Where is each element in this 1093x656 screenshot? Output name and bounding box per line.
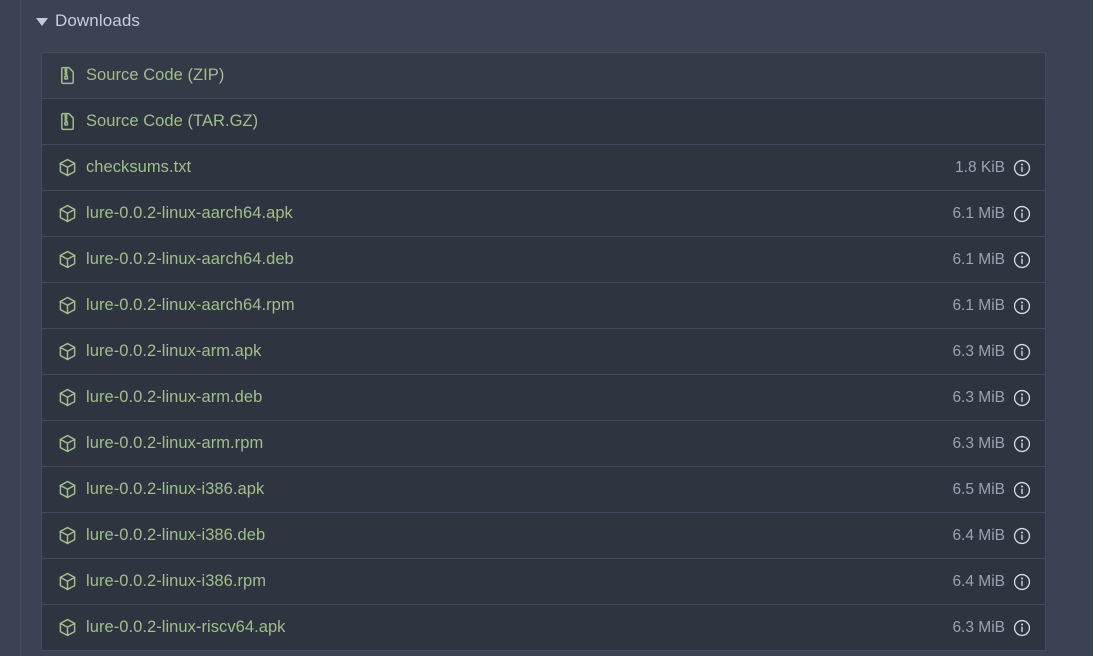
download-file-size: 6.1 MiB (952, 296, 1005, 314)
download-file-size: 6.5 MiB (952, 480, 1005, 498)
download-link[interactable]: lure-0.0.2-linux-i386.apk (58, 480, 936, 499)
triangle-down-icon[interactable] (36, 18, 48, 26)
download-link[interactable]: lure-0.0.2-linux-arm.rpm (58, 434, 936, 453)
download-file-name: lure-0.0.2-linux-i386.deb (86, 526, 266, 544)
download-link[interactable]: checksums.txt (58, 158, 939, 177)
package-icon (58, 618, 77, 637)
download-row[interactable]: lure-0.0.2-linux-i386.rpm 6.4 MiB (42, 559, 1045, 605)
download-file-name: lure-0.0.2-linux-arm.apk (86, 342, 262, 360)
download-link[interactable]: lure-0.0.2-linux-riscv64.apk (58, 618, 936, 637)
download-file-name: lure-0.0.2-linux-riscv64.apk (86, 618, 286, 636)
info-icon[interactable] (1013, 435, 1031, 453)
download-file-name: lure-0.0.2-linux-i386.apk (86, 480, 265, 498)
download-link[interactable]: lure-0.0.2-linux-aarch64.rpm (58, 296, 936, 315)
download-file-name: lure-0.0.2-linux-i386.rpm (86, 572, 267, 590)
package-icon (58, 296, 77, 315)
download-link[interactable]: lure-0.0.2-linux-arm.deb (58, 388, 936, 407)
download-row[interactable]: lure-0.0.2-linux-aarch64.apk 6.1 MiB (42, 191, 1045, 237)
download-link[interactable]: lure-0.0.2-linux-i386.rpm (58, 572, 936, 591)
download-file-name: lure-0.0.2-linux-arm.deb (86, 388, 263, 406)
package-icon (58, 526, 77, 545)
downloads-section-title: Downloads (55, 11, 141, 30)
download-row[interactable]: lure-0.0.2-linux-arm.apk 6.3 MiB (42, 329, 1045, 375)
package-icon (58, 572, 77, 591)
download-link[interactable]: lure-0.0.2-linux-arm.apk (58, 342, 936, 361)
info-icon[interactable] (1013, 343, 1031, 361)
download-row[interactable]: lure-0.0.2-linux-riscv64.apk 6.3 MiB (42, 605, 1045, 651)
download-meta: 6.4 MiB (952, 573, 1031, 591)
package-icon (58, 480, 77, 499)
package-icon (58, 434, 77, 453)
download-row[interactable]: lure-0.0.2-linux-arm.deb 6.3 MiB (42, 375, 1045, 421)
download-file-size: 6.3 MiB (952, 618, 1005, 636)
download-meta: 1.8 KiB (955, 159, 1031, 177)
download-meta: 6.4 MiB (952, 527, 1031, 545)
download-link[interactable]: lure-0.0.2-linux-aarch64.apk (58, 204, 936, 223)
download-file-name: Source Code (ZIP) (86, 66, 225, 84)
package-icon (58, 204, 77, 223)
download-row[interactable]: lure-0.0.2-linux-i386.apk 6.5 MiB (42, 467, 1045, 513)
package-icon (58, 388, 77, 407)
download-meta: 6.3 MiB (952, 343, 1031, 361)
package-icon (58, 158, 77, 177)
download-file-name: lure-0.0.2-linux-aarch64.rpm (86, 296, 295, 314)
info-icon[interactable] (1013, 527, 1031, 545)
info-icon[interactable] (1013, 573, 1031, 591)
download-meta: 6.1 MiB (952, 297, 1031, 315)
info-icon[interactable] (1013, 159, 1031, 177)
download-meta: 6.1 MiB (952, 205, 1031, 223)
download-meta: 6.5 MiB (952, 481, 1031, 499)
page-gutter-line (20, 0, 21, 656)
info-icon[interactable] (1013, 481, 1031, 499)
download-meta: 6.1 MiB (952, 251, 1031, 269)
download-file-size: 6.3 MiB (952, 342, 1005, 360)
download-file-size: 6.1 MiB (952, 250, 1005, 268)
info-icon[interactable] (1013, 205, 1031, 223)
download-link[interactable]: Source Code (TAR.GZ) (58, 112, 1031, 131)
download-link[interactable]: Source Code (ZIP) (58, 66, 1031, 85)
download-row[interactable]: Source Code (TAR.GZ) (42, 99, 1045, 145)
file-zip-icon (58, 66, 77, 85)
download-row[interactable]: lure-0.0.2-linux-aarch64.deb 6.1 MiB (42, 237, 1045, 283)
download-file-size: 6.3 MiB (952, 388, 1005, 406)
download-file-name: lure-0.0.2-linux-aarch64.deb (86, 250, 294, 268)
info-icon[interactable] (1013, 619, 1031, 637)
package-icon (58, 250, 77, 269)
download-row[interactable]: lure-0.0.2-linux-arm.rpm 6.3 MiB (42, 421, 1045, 467)
download-meta: 6.3 MiB (952, 389, 1031, 407)
download-file-size: 1.8 KiB (955, 158, 1005, 176)
download-link[interactable]: lure-0.0.2-linux-i386.deb (58, 526, 936, 545)
download-meta: 6.3 MiB (952, 435, 1031, 453)
downloads-list: Source Code (ZIP) Source Code (TAR.GZ) che… (41, 52, 1046, 651)
download-link[interactable]: lure-0.0.2-linux-aarch64.deb (58, 250, 936, 269)
download-file-size: 6.1 MiB (952, 204, 1005, 222)
downloads-section-header[interactable]: Downloads (36, 8, 140, 34)
info-icon[interactable] (1013, 251, 1031, 269)
download-file-size: 6.4 MiB (952, 526, 1005, 544)
info-icon[interactable] (1013, 389, 1031, 407)
download-file-name: checksums.txt (86, 158, 192, 176)
download-row[interactable]: Source Code (ZIP) (42, 53, 1045, 99)
download-row[interactable]: lure-0.0.2-linux-i386.deb 6.4 MiB (42, 513, 1045, 559)
file-zip-icon (58, 112, 77, 131)
info-icon[interactable] (1013, 297, 1031, 315)
download-row[interactable]: checksums.txt 1.8 KiB (42, 145, 1045, 191)
download-meta: 6.3 MiB (952, 619, 1031, 637)
download-row[interactable]: lure-0.0.2-linux-aarch64.rpm 6.1 MiB (42, 283, 1045, 329)
download-file-size: 6.3 MiB (952, 434, 1005, 452)
download-file-name: Source Code (TAR.GZ) (86, 112, 259, 130)
download-file-size: 6.4 MiB (952, 572, 1005, 590)
downloads-page: Downloads Source Code (ZIP) Source Code (… (0, 0, 1093, 656)
package-icon (58, 342, 77, 361)
download-file-name: lure-0.0.2-linux-aarch64.apk (86, 204, 293, 222)
download-file-name: lure-0.0.2-linux-arm.rpm (86, 434, 264, 452)
